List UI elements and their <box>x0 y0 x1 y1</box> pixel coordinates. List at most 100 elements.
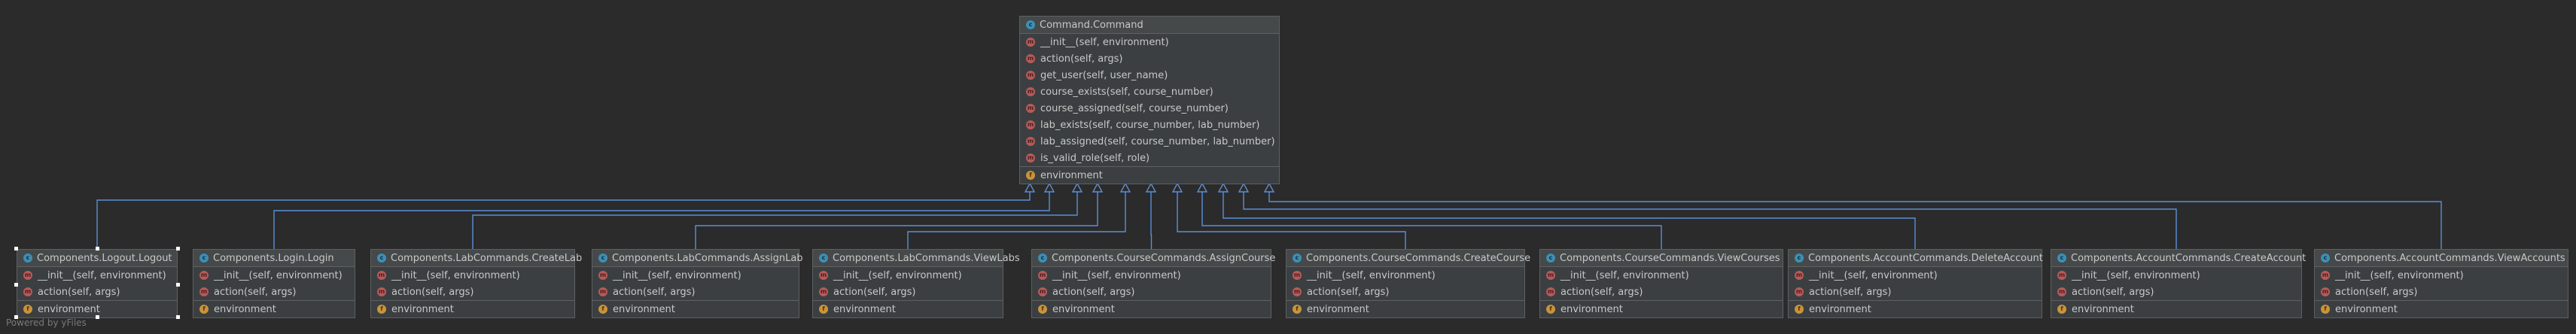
child-class-node[interactable]: c Components.AccountCommands.ViewAccounts… <box>2314 249 2568 318</box>
field-row[interactable]: f environment <box>1540 300 1783 317</box>
method-row[interactable]: m action(self, args) <box>592 284 799 300</box>
field-name: environment <box>613 303 675 315</box>
method-row[interactable]: m action(self, args) <box>17 284 177 300</box>
field-row[interactable]: f environment <box>371 300 574 317</box>
method-row[interactable]: m lab_exists(self, course_number, lab_num… <box>1020 117 1279 133</box>
method-row[interactable]: m __init__(self, environment) <box>2051 267 2301 284</box>
method-row[interactable]: m __init__(self, environment) <box>1286 267 1524 284</box>
method-row[interactable]: m lab_assigned(self, course_number, lab_n… <box>1020 133 1279 150</box>
method-signature: course_exists(self, course_number) <box>1040 86 1213 98</box>
class-name: Components.CourseCommands.CreateCourse <box>1306 252 1531 264</box>
field-row[interactable]: f environment <box>193 300 355 317</box>
selection-handle[interactable] <box>176 315 180 319</box>
method-row[interactable]: m course_assigned(self, course_number) <box>1020 100 1279 117</box>
selection-handle[interactable] <box>14 283 18 287</box>
inheritance-edge[interactable] <box>1243 191 2177 249</box>
field-icon: f <box>1293 305 1302 314</box>
class-header[interactable]: c Components.AccountCommands.CreateAccoun… <box>2051 250 2306 267</box>
method-row[interactable]: m action(self, args) <box>813 284 1003 300</box>
child-class-node[interactable]: c Components.AccountCommands.CreateAccoun… <box>2051 249 2306 318</box>
method-row[interactable]: m __init__(self, environment) <box>371 267 574 284</box>
method-icon: m <box>23 287 32 296</box>
method-row[interactable]: m action(self, args) <box>1032 284 1271 300</box>
selection-handle[interactable] <box>176 247 180 250</box>
method-row[interactable]: m __init__(self, environment) <box>1540 267 1783 284</box>
method-icon: m <box>1026 120 1035 129</box>
field-row[interactable]: f environment <box>1020 166 1279 184</box>
field-row[interactable]: f environment <box>592 300 799 317</box>
method-row[interactable]: m action(self, args) <box>2051 284 2301 300</box>
method-row[interactable]: m action(self, args) <box>1540 284 1783 300</box>
method-row[interactable]: m __init__(self, environment) <box>813 267 1003 284</box>
class-name: Components.AccountCommands.CreateAccount <box>2071 252 2307 264</box>
child-class-node[interactable]: c Components.LabCommands.CreateLab m __init… <box>370 249 582 318</box>
field-row[interactable]: f environment <box>1789 300 2042 317</box>
field-row[interactable]: f environment <box>813 300 1003 317</box>
class-header[interactable]: c Components.CourseCommands.CreateCourse <box>1286 250 1530 267</box>
method-icon: m <box>1038 271 1047 280</box>
class-icon: c <box>598 254 607 263</box>
child-class-node[interactable]: c Components.Logout.Logout m __init__(self,… <box>17 249 178 318</box>
field-row[interactable]: f environment <box>1286 300 1524 317</box>
field-row[interactable]: f environment <box>2051 300 2301 317</box>
method-signature: __init__(self, environment) <box>1809 269 1938 281</box>
class-header[interactable]: c Components.CourseCommands.ViewCourses <box>1540 250 1783 267</box>
method-row[interactable]: m course_exists(self, course_number) <box>1020 84 1279 100</box>
field-name: environment <box>1561 303 1623 315</box>
method-row[interactable]: m __init__(self, environment) <box>2315 267 2568 284</box>
child-class-node[interactable]: c Components.LabCommands.ViewLabs m __init_… <box>812 249 1020 318</box>
field-row[interactable]: f environment <box>2315 300 2568 317</box>
method-icon: m <box>1026 38 1035 47</box>
method-row[interactable]: m action(self, args) <box>371 284 574 300</box>
method-row[interactable]: m action(self, args) <box>1789 284 2042 300</box>
method-row[interactable]: m get_user(self, user_name) <box>1020 67 1279 84</box>
class-header[interactable]: c Components.AccountCommands.DeleteAccoun… <box>1789 250 2043 267</box>
method-signature: is_valid_role(self, role) <box>1040 152 1150 164</box>
parent-class-command[interactable]: c Command.Command m __init__(self, environm… <box>1019 16 1280 184</box>
child-class-node[interactable]: c Components.CourseCommands.AssignCourse m… <box>1031 249 1275 318</box>
selection-handle[interactable] <box>96 247 99 250</box>
class-header[interactable]: c Components.Login.Login <box>193 250 355 267</box>
method-row[interactable]: m action(self, args) <box>1286 284 1524 300</box>
method-row[interactable]: m __init__(self, environment) <box>193 267 355 284</box>
method-signature: action(self, args) <box>2335 286 2418 298</box>
inheritance-edge[interactable] <box>1223 191 1916 249</box>
field-row[interactable]: f environment <box>1032 300 1271 317</box>
method-icon: m <box>1795 271 1804 280</box>
method-icon: m <box>1293 271 1302 280</box>
method-icon: m <box>1795 287 1804 296</box>
class-header[interactable]: c Components.CourseCommands.AssignCourse <box>1032 250 1275 267</box>
inheritance-edge[interactable] <box>1177 191 1406 249</box>
inheritance-edge[interactable] <box>1201 191 1662 249</box>
selection-handle[interactable] <box>14 247 18 250</box>
inheritance-edge[interactable] <box>96 191 1031 249</box>
method-row[interactable]: m __init__(self, environment) <box>592 267 799 284</box>
method-signature: action(self, args) <box>1561 286 1643 298</box>
selection-handle[interactable] <box>176 283 180 287</box>
class-header[interactable]: c Components.LabCommands.CreateLab <box>371 250 582 267</box>
class-header[interactable]: c Command.Command <box>1020 17 1279 34</box>
method-row[interactable]: m __init__(self, environment) <box>1020 34 1279 50</box>
class-header[interactable]: c Components.AccountCommands.ViewAccounts <box>2315 250 2568 267</box>
inheritance-edge[interactable] <box>1150 191 1153 249</box>
inheritance-edge[interactable] <box>1268 191 2442 249</box>
child-class-node[interactable]: c Components.Login.Login m __init__(self, e… <box>193 249 355 318</box>
method-row[interactable]: m is_valid_role(self, role) <box>1020 150 1279 166</box>
method-row[interactable]: m action(self, args) <box>2315 284 2568 300</box>
child-class-node[interactable]: c Components.CourseCommands.CreateCourse m… <box>1286 249 1530 318</box>
class-header[interactable]: c Components.LabCommands.AssignLab <box>592 250 803 267</box>
method-row[interactable]: m __init__(self, environment) <box>17 267 177 284</box>
class-icon: c <box>2057 254 2066 263</box>
selection-handle[interactable] <box>96 315 99 319</box>
child-class-node[interactable]: c Components.LabCommands.AssignLab m __init… <box>592 249 803 318</box>
child-class-node[interactable]: c Components.AccountCommands.DeleteAccoun… <box>1788 249 2043 318</box>
class-icon: c <box>1546 254 1555 263</box>
method-row[interactable]: m action(self, args) <box>193 284 355 300</box>
method-signature: __init__(self, environment) <box>1561 269 1689 281</box>
child-class-node[interactable]: c Components.CourseCommands.ViewCourses m _… <box>1539 249 1783 318</box>
method-row[interactable]: m __init__(self, environment) <box>1032 267 1271 284</box>
class-header[interactable]: c Components.LabCommands.ViewLabs <box>813 250 1020 267</box>
method-row[interactable]: m __init__(self, environment) <box>1789 267 2042 284</box>
class-header[interactable]: c Components.Logout.Logout <box>17 250 177 267</box>
method-row[interactable]: m action(self, args) <box>1020 50 1279 67</box>
